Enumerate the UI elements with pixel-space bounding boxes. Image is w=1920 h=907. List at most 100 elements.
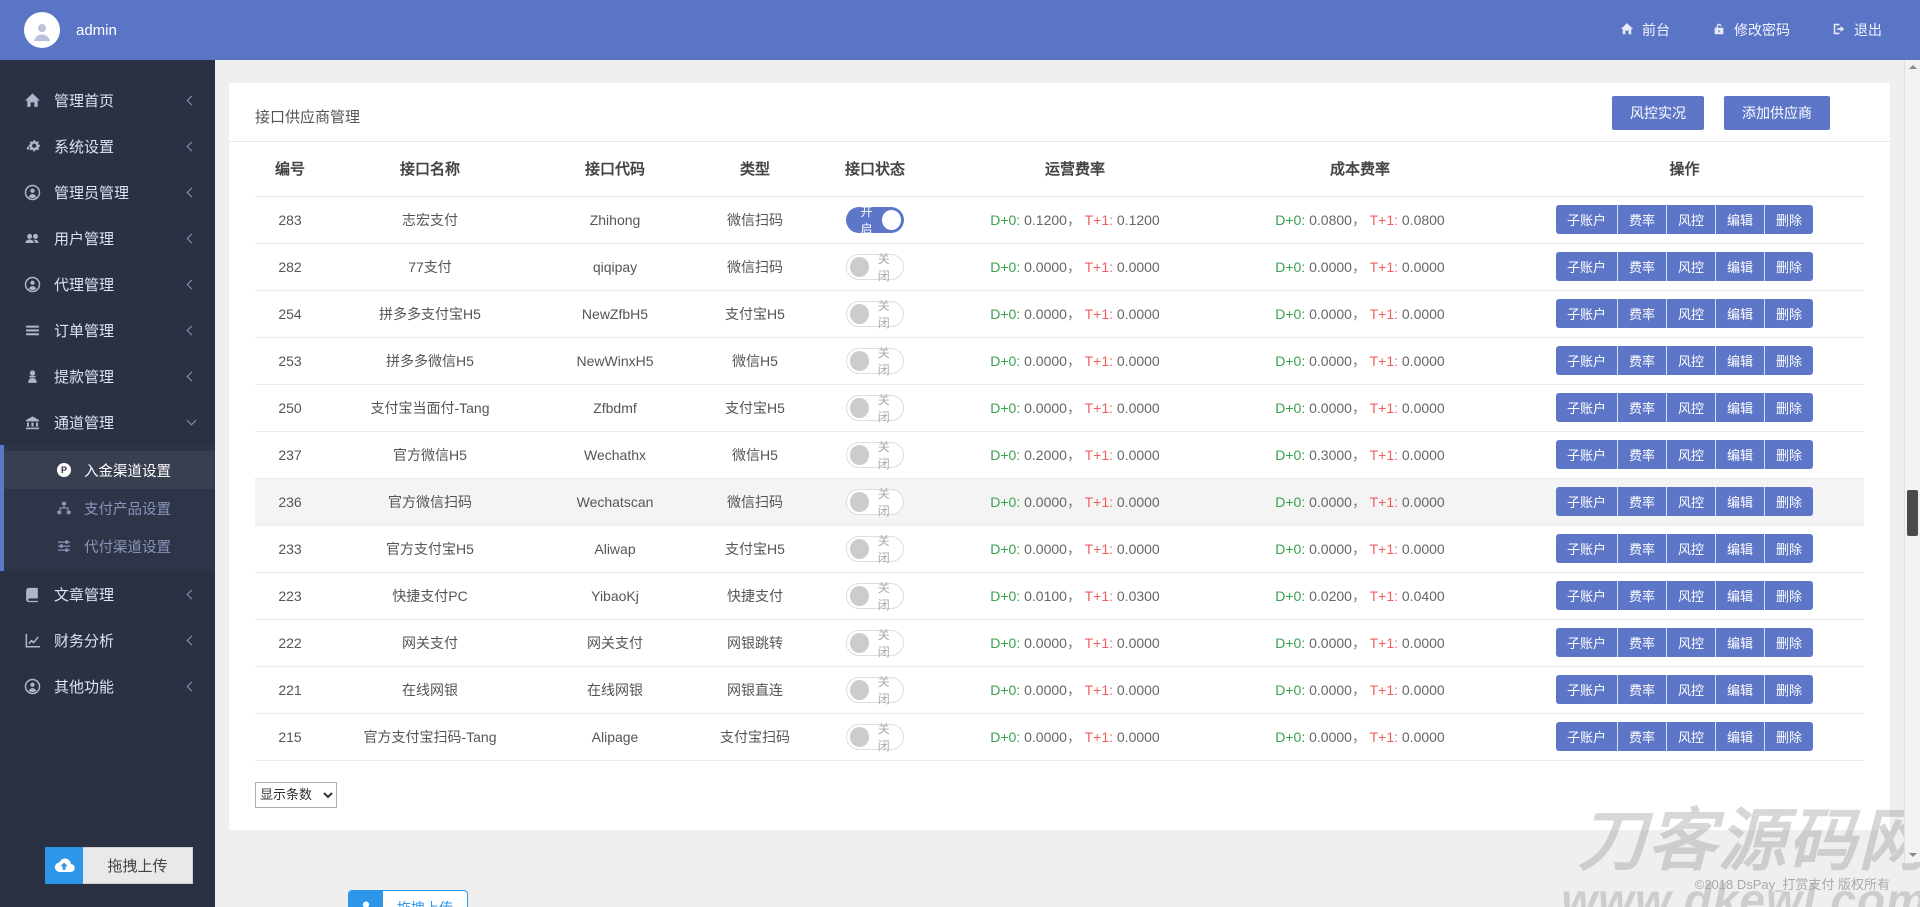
- edit-button[interactable]: 编辑: [1716, 628, 1766, 657]
- add-supplier-button[interactable]: 添加供应商: [1724, 96, 1830, 130]
- edit-button[interactable]: 编辑: [1716, 581, 1766, 610]
- subaccount-button[interactable]: 子账户: [1555, 346, 1618, 375]
- rate-button[interactable]: 费率: [1617, 299, 1667, 328]
- status-toggle[interactable]: 关闭: [846, 534, 904, 565]
- sidebar-item[interactable]: 财务分析: [0, 617, 215, 663]
- status-toggle[interactable]: 关闭: [846, 722, 904, 753]
- subaccount-button[interactable]: 子账户: [1555, 628, 1618, 657]
- sidebar-subitem[interactable]: 代付渠道设置: [4, 527, 215, 565]
- delete-button[interactable]: 删除: [1765, 487, 1814, 516]
- scrollbar-thumb[interactable]: [1907, 490, 1918, 536]
- status-toggle[interactable]: 关闭: [846, 628, 904, 659]
- risk-button[interactable]: 风控: [1666, 205, 1716, 234]
- risk-button[interactable]: 风控: [1666, 346, 1716, 375]
- status-toggle[interactable]: 关闭: [846, 581, 904, 612]
- column-header: 接口名称: [325, 142, 535, 197]
- edit-button[interactable]: 编辑: [1716, 440, 1766, 469]
- status-toggle[interactable]: 关闭: [846, 393, 904, 424]
- subaccount-button[interactable]: 子账户: [1555, 440, 1618, 469]
- risk-button[interactable]: 风控: [1666, 299, 1716, 328]
- avatar[interactable]: [24, 12, 60, 48]
- subaccount-button[interactable]: 子账户: [1555, 299, 1618, 328]
- risk-button[interactable]: 风控: [1666, 722, 1716, 751]
- delete-button[interactable]: 删除: [1765, 675, 1814, 704]
- status-toggle[interactable]: 开启: [846, 205, 904, 236]
- sidebar-item[interactable]: 通道管理: [0, 399, 215, 445]
- topbar-link-0[interactable]: 前台: [1620, 20, 1670, 40]
- sidebar-item[interactable]: 代理管理: [0, 261, 215, 307]
- subaccount-button[interactable]: 子账户: [1555, 252, 1618, 281]
- edit-button[interactable]: 编辑: [1716, 346, 1766, 375]
- risk-button[interactable]: 风控: [1666, 534, 1716, 563]
- rate-button[interactable]: 费率: [1617, 252, 1667, 281]
- page-size-select[interactable]: 显示条数: [255, 781, 337, 808]
- delete-button[interactable]: 删除: [1765, 205, 1814, 234]
- rate-button[interactable]: 费率: [1617, 675, 1667, 704]
- sidebar-item[interactable]: 其他功能: [0, 663, 215, 709]
- edit-button[interactable]: 编辑: [1716, 252, 1766, 281]
- risk-button[interactable]: 风控: [1666, 581, 1716, 610]
- status-toggle[interactable]: 关闭: [846, 299, 904, 330]
- sidebar-item[interactable]: 提款管理: [0, 353, 215, 399]
- status-toggle[interactable]: 关闭: [846, 487, 904, 518]
- rate-button[interactable]: 费率: [1617, 440, 1667, 469]
- scroll-down-arrow-icon[interactable]: [1909, 853, 1917, 857]
- topbar-link-1[interactable]: 修改密码: [1712, 20, 1790, 40]
- rate-button[interactable]: 费率: [1617, 534, 1667, 563]
- status-toggle[interactable]: 关闭: [846, 675, 904, 706]
- sidebar-item[interactable]: 管理首页: [0, 77, 215, 123]
- risk-button[interactable]: 风控: [1666, 440, 1716, 469]
- delete-button[interactable]: 删除: [1765, 534, 1814, 563]
- subaccount-button[interactable]: 子账户: [1555, 487, 1618, 516]
- status-toggle[interactable]: 关闭: [846, 346, 904, 377]
- sidebar-item[interactable]: 管理员管理: [0, 169, 215, 215]
- scrollbar[interactable]: [1904, 60, 1920, 862]
- delete-button[interactable]: 删除: [1765, 346, 1814, 375]
- subaccount-button[interactable]: 子账户: [1555, 675, 1618, 704]
- risk-button[interactable]: 风控: [1666, 252, 1716, 281]
- risk-live-button[interactable]: 风控实况: [1612, 96, 1704, 130]
- sidebar-item[interactable]: 系统设置: [0, 123, 215, 169]
- delete-button[interactable]: 删除: [1765, 299, 1814, 328]
- rate-button[interactable]: 费率: [1617, 205, 1667, 234]
- status-toggle[interactable]: 关闭: [846, 252, 904, 283]
- subaccount-button[interactable]: 子账户: [1555, 393, 1618, 422]
- rate-button[interactable]: 费率: [1617, 346, 1667, 375]
- edit-button[interactable]: 编辑: [1716, 299, 1766, 328]
- sidebar-subitem[interactable]: 支付产品设置: [4, 489, 215, 527]
- rate-button[interactable]: 费率: [1617, 487, 1667, 516]
- delete-button[interactable]: 删除: [1765, 581, 1814, 610]
- rate-button[interactable]: 费率: [1617, 393, 1667, 422]
- rate-button[interactable]: 费率: [1617, 722, 1667, 751]
- sidebar-item[interactable]: 订单管理: [0, 307, 215, 353]
- topbar-link-2[interactable]: 退出: [1832, 20, 1882, 40]
- delete-button[interactable]: 删除: [1765, 393, 1814, 422]
- rate-button[interactable]: 费率: [1617, 581, 1667, 610]
- sidebar-item[interactable]: 用户管理: [0, 215, 215, 261]
- edit-button[interactable]: 编辑: [1716, 205, 1766, 234]
- risk-button[interactable]: 风控: [1666, 675, 1716, 704]
- sidebar-subitem[interactable]: P 入金渠道设置: [4, 451, 215, 489]
- subaccount-button[interactable]: 子账户: [1555, 581, 1618, 610]
- sidebar-upload-button[interactable]: 拖拽上传: [45, 847, 193, 884]
- risk-button[interactable]: 风控: [1666, 393, 1716, 422]
- edit-button[interactable]: 编辑: [1716, 487, 1766, 516]
- subaccount-button[interactable]: 子账户: [1555, 534, 1618, 563]
- edit-button[interactable]: 编辑: [1716, 722, 1766, 751]
- subaccount-button[interactable]: 子账户: [1555, 722, 1618, 751]
- delete-button[interactable]: 删除: [1765, 722, 1814, 751]
- bottom-upload-button[interactable]: 拖拽上传: [348, 890, 468, 907]
- edit-button[interactable]: 编辑: [1716, 534, 1766, 563]
- rate-button[interactable]: 费率: [1617, 628, 1667, 657]
- edit-button[interactable]: 编辑: [1716, 675, 1766, 704]
- subaccount-button[interactable]: 子账户: [1555, 205, 1618, 234]
- delete-button[interactable]: 删除: [1765, 440, 1814, 469]
- risk-button[interactable]: 风控: [1666, 487, 1716, 516]
- scroll-up-arrow-icon[interactable]: [1909, 65, 1917, 69]
- status-toggle[interactable]: 关闭: [846, 440, 904, 471]
- delete-button[interactable]: 删除: [1765, 628, 1814, 657]
- edit-button[interactable]: 编辑: [1716, 393, 1766, 422]
- delete-button[interactable]: 删除: [1765, 252, 1814, 281]
- sidebar-item[interactable]: 文章管理: [0, 571, 215, 617]
- risk-button[interactable]: 风控: [1666, 628, 1716, 657]
